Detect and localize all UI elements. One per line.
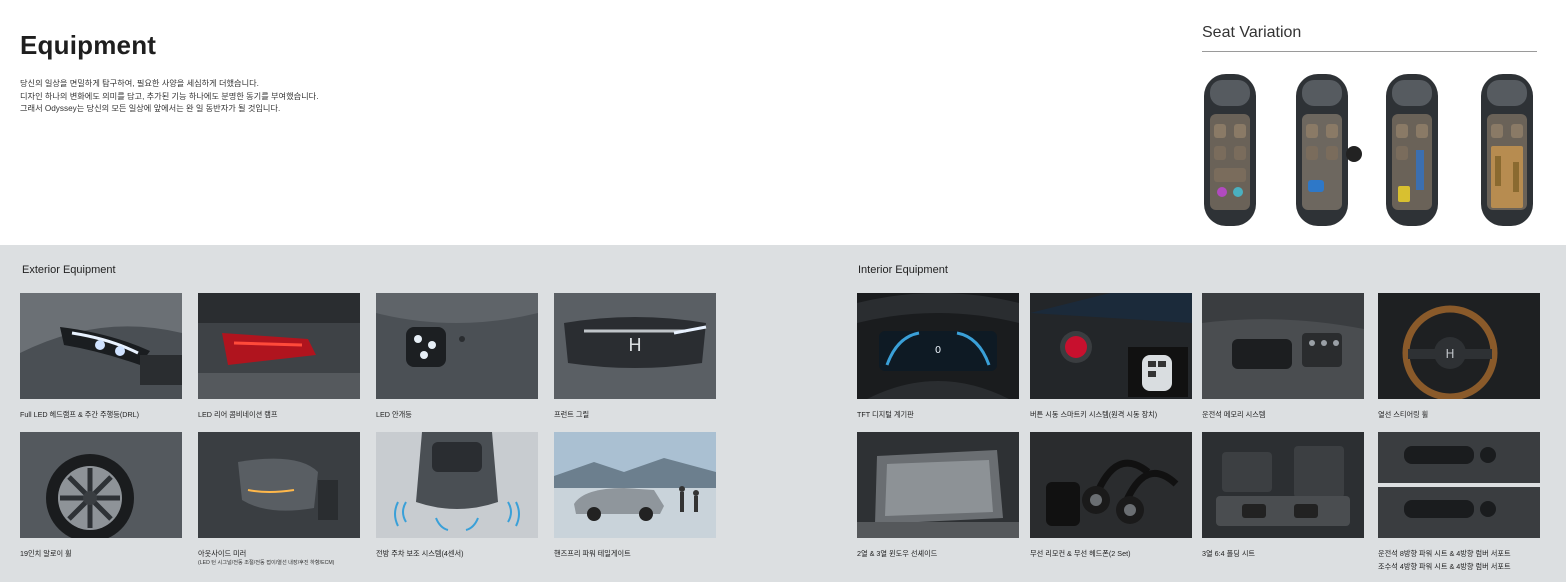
- interior-item-caption: TFT 디지털 계기판: [857, 410, 914, 419]
- seat-layout-car-2: [1296, 74, 1362, 226]
- parking-sensor-photo: [376, 432, 538, 538]
- exterior-item-caption: 아웃사이드 미러: [198, 549, 247, 558]
- svg-text:H: H: [1445, 347, 1454, 361]
- rear-lamp-photo: [198, 293, 360, 399]
- seat-layout-car-4: [1481, 74, 1533, 226]
- top-section: Equipment 당신의 일상을 면밀하게 탐구하여, 필요한 사양을 세심하…: [0, 0, 1566, 245]
- tft-cluster-photo: 0: [857, 293, 1019, 399]
- interior-equipment-title: Interior Equipment: [858, 264, 948, 276]
- interior-item-caption: 3열 6:4 폴딩 시트: [1202, 549, 1256, 558]
- exterior-item-alloy-wheel: 19인치 알로이 휠: [20, 432, 182, 559]
- page-title: Equipment: [20, 30, 157, 60]
- intro-line: 디자인 하나의 변화에도 의미를 담고, 추가된 기능 하나에도 분명한 동기를…: [20, 91, 319, 101]
- svg-text:0: 0: [935, 345, 941, 356]
- seat-variation-images: [1190, 70, 1540, 240]
- exterior-item-parking-sensor: 전방 주차 보조 시스템(4센서): [376, 432, 538, 559]
- svg-text:H: H: [628, 335, 642, 356]
- interior-item-caption: 운전석 8방향 파워 시트 & 4방향 럼버 서포트: [1378, 549, 1511, 558]
- seat-variation-divider: [1202, 51, 1537, 52]
- intro-line: 그래서 Odyssey는 당신의 모든 일상에 앞에서는 완 일 동반자가 될 …: [20, 104, 281, 114]
- interior-item-caption: 운전석 메모리 시스템: [1202, 410, 1266, 419]
- equipment-section: Exterior Equipment Interior Equipment Fu…: [0, 245, 1566, 582]
- memory-system-photo: [1202, 293, 1364, 399]
- exterior-item-rear-lamp: LED 리어 콤비네이션 램프: [198, 293, 360, 420]
- exterior-item-side-mirror: 아웃사이드 미러 (LED 턴 시그널/전동 조절/전동 접이/열선 내장/후진…: [198, 432, 360, 567]
- exterior-item-caption: LED 안개등: [376, 410, 412, 419]
- seat-layout-car-1: [1204, 74, 1256, 226]
- interior-item-caption: 열선 스티어링 휠: [1378, 410, 1429, 419]
- interior-item-power-seat: 운전석 8방향 파워 시트 & 4방향 럼버 서포트 조수석 4방향 파워 시트…: [1378, 432, 1540, 572]
- interior-item-wireless-headphones: 무선 리모컨 & 무선 헤드폰(2 Set): [1030, 432, 1192, 559]
- interior-item-caption: 버튼 시동 스마트키 시스템(원격 시동 장치): [1030, 410, 1158, 419]
- exterior-item-caption: Full LED 헤드램프 & 주간 주행등(DRL): [20, 410, 140, 419]
- fog-lamp-photo: [376, 293, 538, 399]
- exterior-item-caption: 19인치 알로이 휠: [20, 549, 72, 558]
- interior-item-caption: 무선 리모컨 & 무선 헤드폰(2 Set): [1030, 549, 1131, 558]
- exterior-item-headlamp: Full LED 헤드램프 & 주간 주행등(DRL): [20, 293, 182, 420]
- interior-item-subcaption: 조수석 4방향 파워 시트 & 4방향 럼버 서포트: [1378, 562, 1511, 571]
- exterior-item-caption: 프런트 그릴: [554, 410, 590, 419]
- exterior-item-caption: 핸즈프리 파워 테일게이트: [554, 549, 631, 558]
- interior-item-tft-cluster: 0 TFT 디지털 계기판: [857, 293, 1019, 420]
- interior-item-sunshade: 2열 & 3열 윈도우 선셰이드: [857, 432, 1019, 559]
- interior-item-caption: 2열 & 3열 윈도우 선셰이드: [857, 549, 938, 558]
- folding-seat-photo: [1202, 432, 1364, 538]
- heated-steering-photo: H: [1378, 293, 1540, 399]
- exterior-item-power-tailgate: 핸즈프리 파워 테일게이트: [554, 432, 716, 559]
- wireless-headphones-photo: [1030, 432, 1192, 538]
- exterior-item-subcaption: (LED 턴 시그널/전동 조절/전동 접이/열선 내장/후진 하향/ECM): [198, 560, 335, 566]
- power-tailgate-photo: [554, 432, 716, 538]
- exterior-equipment-title: Exterior Equipment: [22, 264, 116, 276]
- interior-item-folding-seat: 3열 6:4 폴딩 시트: [1202, 432, 1364, 559]
- power-seat-photo: [1378, 432, 1540, 538]
- exterior-item-caption: 전방 주차 보조 시스템(4센서): [376, 549, 464, 558]
- interior-item-memory-system: 운전석 메모리 시스템: [1202, 293, 1364, 420]
- smart-key-photo: [1030, 293, 1192, 399]
- alloy-wheel-photo: [20, 432, 182, 538]
- headlamp-photo: [20, 293, 182, 399]
- exterior-item-fog-lamp: LED 안개등: [376, 293, 538, 420]
- seat-layout-car-3: [1386, 74, 1438, 226]
- intro-text: 당신의 일상을 면밀하게 탐구하여, 필요한 사양을 세심하게 더했습니다. 디…: [20, 78, 540, 116]
- exterior-item-caption: LED 리어 콤비네이션 램프: [198, 410, 278, 419]
- interior-item-smart-key: 버튼 시동 스마트키 시스템(원격 시동 장치): [1030, 293, 1192, 420]
- front-grille-photo: H: [554, 293, 716, 399]
- exterior-item-front-grille: H 프런트 그릴: [554, 293, 716, 420]
- side-mirror-photo: [198, 432, 360, 538]
- sunshade-photo: [857, 432, 1019, 538]
- intro-line: 당신의 일상을 면밀하게 탐구하여, 필요한 사양을 세심하게 더했습니다.: [20, 79, 259, 88]
- interior-item-heated-steering: H 열선 스티어링 휠: [1378, 293, 1540, 420]
- seat-variation-title: Seat Variation: [1202, 24, 1302, 41]
